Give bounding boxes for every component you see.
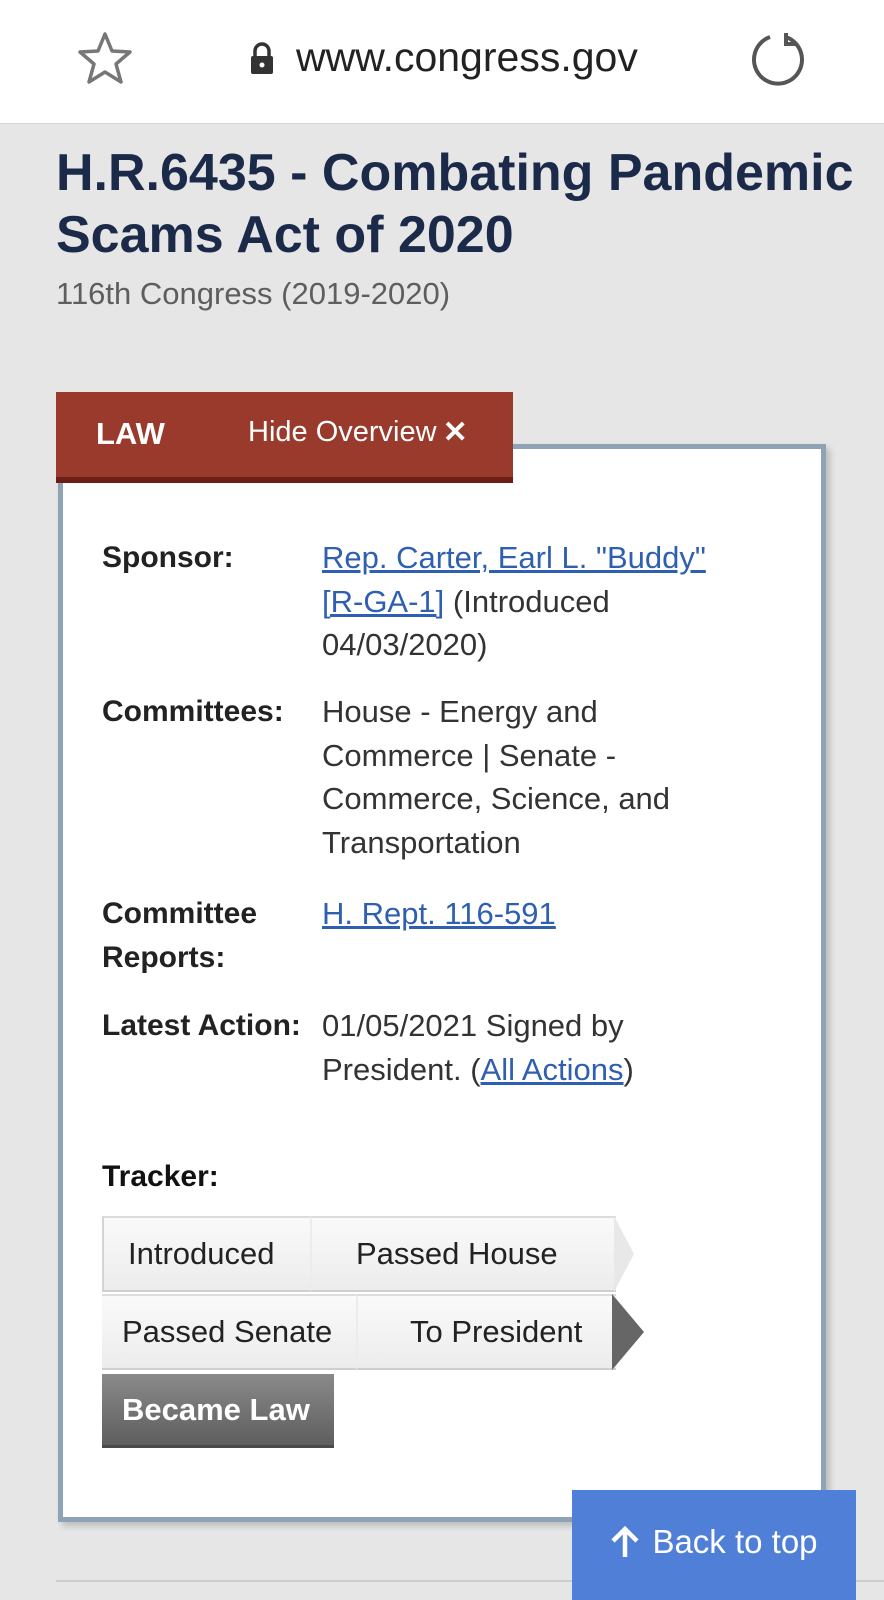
tracker-step-label: Passed Senate — [122, 1314, 333, 1349]
hide-overview-button[interactable]: Hide Overview ✕ — [248, 416, 468, 449]
latest-action-close: ) — [623, 1051, 634, 1087]
arrow-up-icon — [611, 1525, 640, 1557]
back-to-top-label: Back to top — [652, 1523, 818, 1560]
tracker-step-label: Passed House — [356, 1236, 558, 1271]
sponsor-row: Sponsor: Rep. Carter, Earl L. "Buddy" [R… — [102, 536, 802, 667]
committees-label: Committees: — [102, 695, 284, 728]
tracker-step-became-law: Became Law — [102, 1374, 334, 1448]
tracker-step-label: Became Law — [122, 1391, 310, 1427]
bookmark-star-icon[interactable] — [76, 30, 134, 88]
committees-row: Committees: House - Energy and Commerce … — [102, 690, 802, 864]
back-to-top-button[interactable]: Back to top — [572, 1490, 856, 1600]
tracker-step-label: Introduced — [128, 1236, 275, 1271]
tracker-label: Tracker: — [102, 1160, 219, 1193]
close-icon: ✕ — [442, 415, 468, 449]
committee-report-link[interactable]: H. Rept. 116-591 — [322, 896, 556, 931]
committee-reports-label: Committee Reports: — [102, 897, 258, 974]
overview-tab-bar: LAW Hide Overview ✕ — [56, 392, 513, 483]
tracker-chevron — [614, 1216, 634, 1292]
committees-value: House - Energy and Commerce | Senate - C… — [322, 694, 671, 860]
reload-icon[interactable] — [748, 28, 810, 90]
browser-url-bar: www.congress.gov — [0, 0, 884, 124]
tracker-chevron-current — [612, 1294, 644, 1370]
url-text[interactable]: www.congress.gov — [296, 34, 638, 81]
status-badge-law: LAW — [96, 416, 165, 451]
hide-overview-label: Hide Overview — [248, 416, 437, 448]
latest-action-value: 01/05/2021 Signed by President. (All Act… — [322, 1004, 722, 1091]
page-title: H.R.6435 - Combating Pandemic Scams Act … — [56, 144, 854, 264]
committee-reports-row: Committee Reports: H. Rept. 116-591 — [102, 892, 802, 980]
tracker-step-passed-senate: Passed Senate — [102, 1294, 358, 1370]
tracker-step-to-president: To President — [358, 1294, 616, 1370]
all-actions-link[interactable]: All Actions — [481, 1052, 624, 1087]
tracker-step-label: To President — [410, 1314, 583, 1349]
committee-reports-value: H. Rept. 116-591 — [322, 892, 742, 980]
latest-action-label: Latest Action: — [102, 1009, 301, 1042]
sponsor-label: Sponsor: — [102, 541, 234, 574]
sponsor-value: Rep. Carter, Earl L. "Buddy" [R-GA-1] (I… — [322, 536, 742, 667]
congress-session: 116th Congress (2019-2020) — [56, 276, 451, 311]
tracker-step-introduced: Introduced — [102, 1216, 312, 1292]
latest-action-row: Latest Action: 01/05/2021 Signed by Pres… — [102, 1004, 802, 1091]
lock-icon — [251, 42, 273, 74]
tracker-step-passed-house: Passed House — [312, 1216, 616, 1292]
